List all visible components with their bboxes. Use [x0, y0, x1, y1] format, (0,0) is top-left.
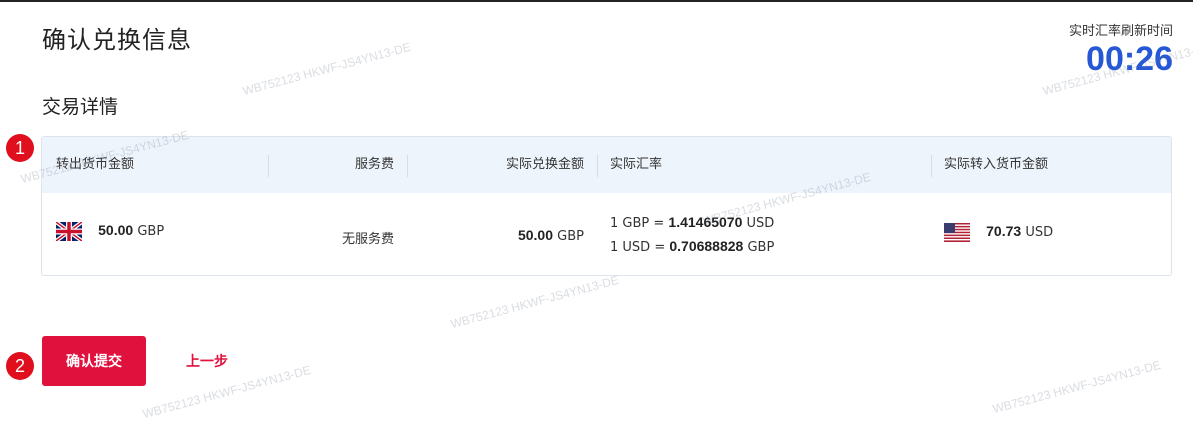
sell-amount-cell: 50.00 GBP [56, 222, 164, 241]
timer-countdown: 00:26 [1086, 40, 1173, 78]
rate2-prefix: 1 USD = [610, 240, 666, 255]
section-title: 交易详情 [42, 96, 119, 118]
step-marker-2: 2 [6, 352, 34, 380]
us-flag-icon [944, 223, 970, 242]
timer-label: 实时汇率刷新时间 [1068, 24, 1173, 39]
exchange-rate-line-1: 1 GBP = 1.41465070 USD [610, 214, 774, 231]
watermark: WB752123 HKWF-JS4YN13-DE [241, 39, 413, 99]
buy-currency: USD [1025, 225, 1054, 240]
watermark: WB752123 HKWF-JS4YN13-DE [449, 272, 621, 332]
rate1-currency: USD [746, 216, 775, 231]
column-divider [407, 155, 408, 177]
watermark: WB752123 HKWF-JS4YN13-DE [141, 362, 313, 421]
confirm-submit-button[interactable]: 确认提交 [42, 336, 146, 386]
table-header: 转出货币金额 服务费 实际兑换金额 实际汇率 实际转入货币金额 [42, 137, 1171, 193]
exchange-currency: GBP [557, 229, 584, 244]
exchange-rate-line-2: 1 USD = 0.70688828 GBP [610, 238, 774, 255]
previous-step-link[interactable]: 上一步 [186, 351, 228, 371]
uk-flag-icon [56, 222, 82, 241]
rate2-currency: GBP [747, 240, 775, 255]
exchange-amount-cell: 50.00 GBP [518, 227, 584, 244]
rate-refresh-timer: 实时汇率刷新时间 00:26 [1069, 20, 1173, 77]
sell-amount-value: 50.00 [98, 222, 134, 238]
sell-currency: GBP [137, 224, 165, 239]
column-header-service-fee: 服务费 [354, 157, 394, 172]
column-header-exchange-rate: 实际汇率 [610, 157, 663, 172]
buy-amount-value: 70.73 [986, 223, 1022, 239]
column-header-sell-amount: 转出货币金额 [56, 157, 135, 172]
rate1-value: 1.41465070 [668, 214, 743, 230]
rate2-value: 0.70688828 [669, 238, 744, 254]
page-title: 确认兑换信息 [42, 26, 192, 54]
transaction-details-table: 转出货币金额 服务费 实际兑换金额 实际汇率 实际转入货币金额 50.00 GB… [41, 136, 1172, 276]
exchange-amount-value: 50.00 [517, 227, 554, 243]
rate1-prefix: 1 GBP = [610, 216, 665, 231]
column-header-exchange-amount: 实际兑换金额 [505, 157, 584, 172]
buy-amount-cell: 70.73 USD [944, 223, 1053, 242]
column-divider [268, 155, 269, 177]
column-divider [597, 155, 598, 177]
column-divider [931, 155, 932, 177]
top-border [0, 0, 1193, 2]
step-marker-1: 1 [6, 134, 34, 162]
service-fee-value: 无服务费 [341, 232, 394, 247]
watermark: WB752123 HKWF-JS4YN13-DE [991, 357, 1163, 417]
column-header-buy-amount: 实际转入货币金额 [944, 157, 1049, 172]
